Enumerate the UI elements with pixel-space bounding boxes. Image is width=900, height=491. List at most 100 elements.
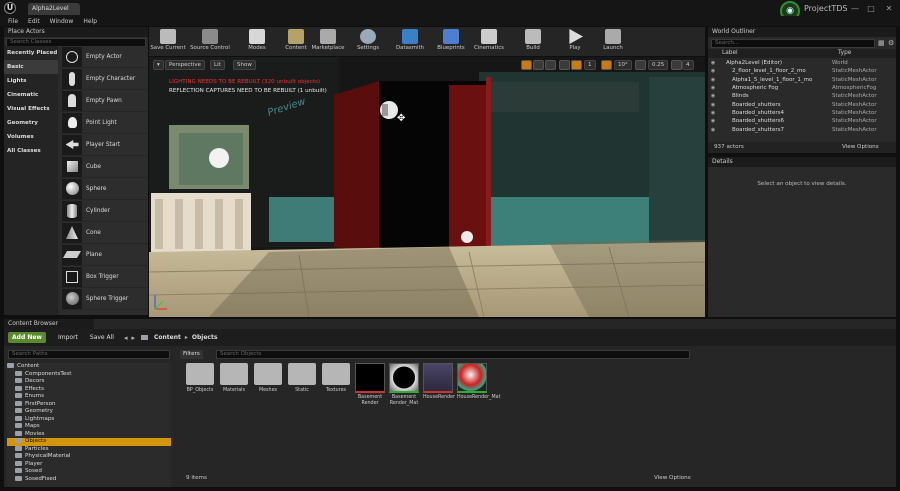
folder-tile[interactable]: Materials (219, 363, 249, 394)
add-folder-icon[interactable]: ▦ (878, 39, 885, 47)
folder-tile[interactable]: BP_Objects (185, 363, 215, 394)
tree-item[interactable]: Content (7, 363, 171, 371)
table-row[interactable]: ◉ Alpha2Level (Editor) World (708, 59, 896, 67)
actor-item[interactable]: Box Trigger (60, 266, 148, 288)
blueprints-button[interactable]: Blueprints (436, 27, 466, 56)
tree-item[interactable]: Lightmaps (7, 415, 171, 424)
visibility-eye-icon[interactable]: ◉ (708, 93, 718, 99)
outliner-view-options[interactable]: View Options (842, 142, 879, 153)
tree-item[interactable]: Decors (7, 378, 171, 386)
marketplace-button[interactable]: Marketplace (311, 27, 345, 56)
category-geometry[interactable]: Geometry (4, 116, 58, 130)
visibility-eye-icon[interactable]: ◉ (708, 77, 718, 83)
tree-item[interactable]: FirstPerson (7, 400, 171, 409)
category-all-classes[interactable]: All Classes (4, 144, 58, 158)
asset-tile[interactable]: HouseRender_Mat (457, 363, 500, 401)
tree-item[interactable]: Movies (7, 430, 171, 439)
table-row[interactable]: ◉ Boarded_shutters6 StaticMeshActor (708, 117, 896, 125)
menu-help[interactable]: Help (83, 18, 97, 25)
world-local-icon[interactable] (559, 60, 570, 70)
category-basic[interactable]: Basic (4, 60, 58, 74)
visibility-eye-icon[interactable]: ◉ (708, 127, 718, 133)
scale-snap-icon[interactable] (635, 60, 646, 70)
actor-item[interactable]: Sphere (60, 178, 148, 200)
menu-window[interactable]: Window (50, 18, 74, 25)
outliner-search-input[interactable]: Search... (711, 39, 875, 48)
save-all-button[interactable]: Save All (90, 334, 114, 341)
level-viewport[interactable]: ▾ Perspective Lit Show 1 10° 0.25 4 LIGH… (149, 57, 705, 317)
save-current-button[interactable]: Save Current (150, 27, 186, 56)
show-button[interactable]: Show (233, 60, 256, 70)
tree-item[interactable]: SosedFixed (7, 475, 171, 484)
visibility-eye-icon[interactable]: ◉ (708, 118, 718, 124)
tree-item[interactable]: PhysicalMaterial (7, 453, 171, 461)
tree-item-selected[interactable]: Objects (7, 438, 171, 446)
actor-item[interactable]: Cylinder (60, 200, 148, 222)
angle-snap-value[interactable]: 10° (614, 60, 632, 70)
actor-item[interactable]: Sphere Trigger (60, 288, 148, 310)
actor-item[interactable]: Empty Character (60, 68, 148, 90)
table-row[interactable]: ◉ 2_floor_level_1_floor_2_mo StaticMeshAct… (708, 67, 896, 75)
table-row[interactable]: ◉ Atmospheric Fog AtmosphericFog (708, 84, 896, 92)
asset-tile[interactable]: Basement Render (355, 363, 385, 407)
actor-item[interactable]: Cube (60, 156, 148, 178)
scale-snap-value[interactable]: 0.25 (648, 60, 669, 70)
viewport-options-button[interactable]: ▾ (153, 60, 164, 70)
column-label[interactable]: Label (722, 49, 838, 58)
tree-item[interactable]: Sosed (7, 468, 171, 476)
tree-item[interactable]: Geometry (7, 408, 171, 416)
move-gizmo-icon[interactable]: ✥ (397, 113, 405, 124)
breadcrumb-objects[interactable]: Objects (192, 334, 218, 341)
back-arrow-icon[interactable]: ◂ (124, 334, 128, 342)
tree-item[interactable]: Particles (7, 445, 171, 454)
menu-file[interactable]: File (8, 18, 18, 25)
camera-speed-value[interactable]: 4 (682, 60, 694, 70)
camera-speed-icon[interactable] (671, 60, 682, 70)
cinematics-button[interactable]: Cinematics (473, 27, 505, 56)
visibility-eye-icon[interactable]: ◉ (708, 68, 718, 74)
category-recently-placed[interactable]: Recently Placed (4, 46, 58, 60)
import-button[interactable]: Import (58, 334, 78, 341)
table-row[interactable]: ◉ Boarded_shutters StaticMeshActor (708, 100, 896, 108)
search-paths-input[interactable]: Search Paths (8, 350, 170, 359)
actor-item[interactable]: Empty Actor (60, 46, 148, 68)
search-objects-input[interactable]: Search Objects (216, 350, 690, 359)
tree-item[interactable]: Player (7, 460, 171, 469)
level-tab[interactable]: Alpha2Level (28, 3, 80, 15)
column-type[interactable]: Type (838, 49, 851, 58)
content-button[interactable]: Content (282, 27, 310, 56)
visibility-eye-icon[interactable]: ◉ (708, 102, 718, 108)
lit-button[interactable]: Lit (210, 60, 225, 70)
content-view-options[interactable]: View Options (654, 475, 691, 481)
category-lights[interactable]: Lights (4, 74, 58, 88)
visibility-eye-icon[interactable]: ◉ (708, 110, 718, 116)
actor-item[interactable]: Cone (60, 222, 148, 244)
minimize-button[interactable]: — (848, 4, 862, 13)
tree-item[interactable]: Enums (7, 393, 171, 401)
add-new-button[interactable]: Add New (8, 332, 46, 343)
category-volumes[interactable]: Volumes (4, 130, 58, 144)
maximize-button[interactable]: □ (864, 4, 878, 13)
category-cinematic[interactable]: Cinematic (4, 88, 58, 102)
play-button[interactable]: Play (563, 27, 587, 56)
actor-item[interactable]: Point Light (60, 112, 148, 134)
scale-icon[interactable] (545, 60, 556, 70)
asset-tile[interactable]: HouseRender (423, 363, 455, 401)
folder-tile[interactable]: Textures (321, 363, 351, 394)
breadcrumb-content[interactable]: Content (154, 334, 181, 341)
actor-item[interactable]: Plane (60, 244, 148, 266)
actor-item[interactable]: Empty Pawn (60, 90, 148, 112)
perspective-button[interactable]: Perspective (165, 60, 205, 70)
table-row[interactable]: ◉ Boarded_shutters4 StaticMeshActor (708, 109, 896, 117)
modes-button[interactable]: Modes (243, 27, 271, 56)
settings-gear-icon[interactable]: ⚙ (888, 39, 894, 47)
tree-item[interactable]: Effects (7, 385, 171, 394)
datasmith-button[interactable]: Datasmith (394, 27, 426, 56)
grid-snap-icon[interactable] (571, 60, 582, 70)
table-row[interactable]: ◉ Blinds StaticMeshActor (708, 92, 896, 100)
actor-item[interactable]: Player Start (60, 134, 148, 156)
settings-button[interactable]: Settings (354, 27, 382, 56)
table-row[interactable]: ◉ Alpha1_5_level_1_floor_1_mo StaticMeshAc… (708, 76, 896, 84)
content-browser-tab[interactable]: Content Browser (4, 319, 94, 329)
filters-button[interactable]: Filters (180, 350, 203, 359)
